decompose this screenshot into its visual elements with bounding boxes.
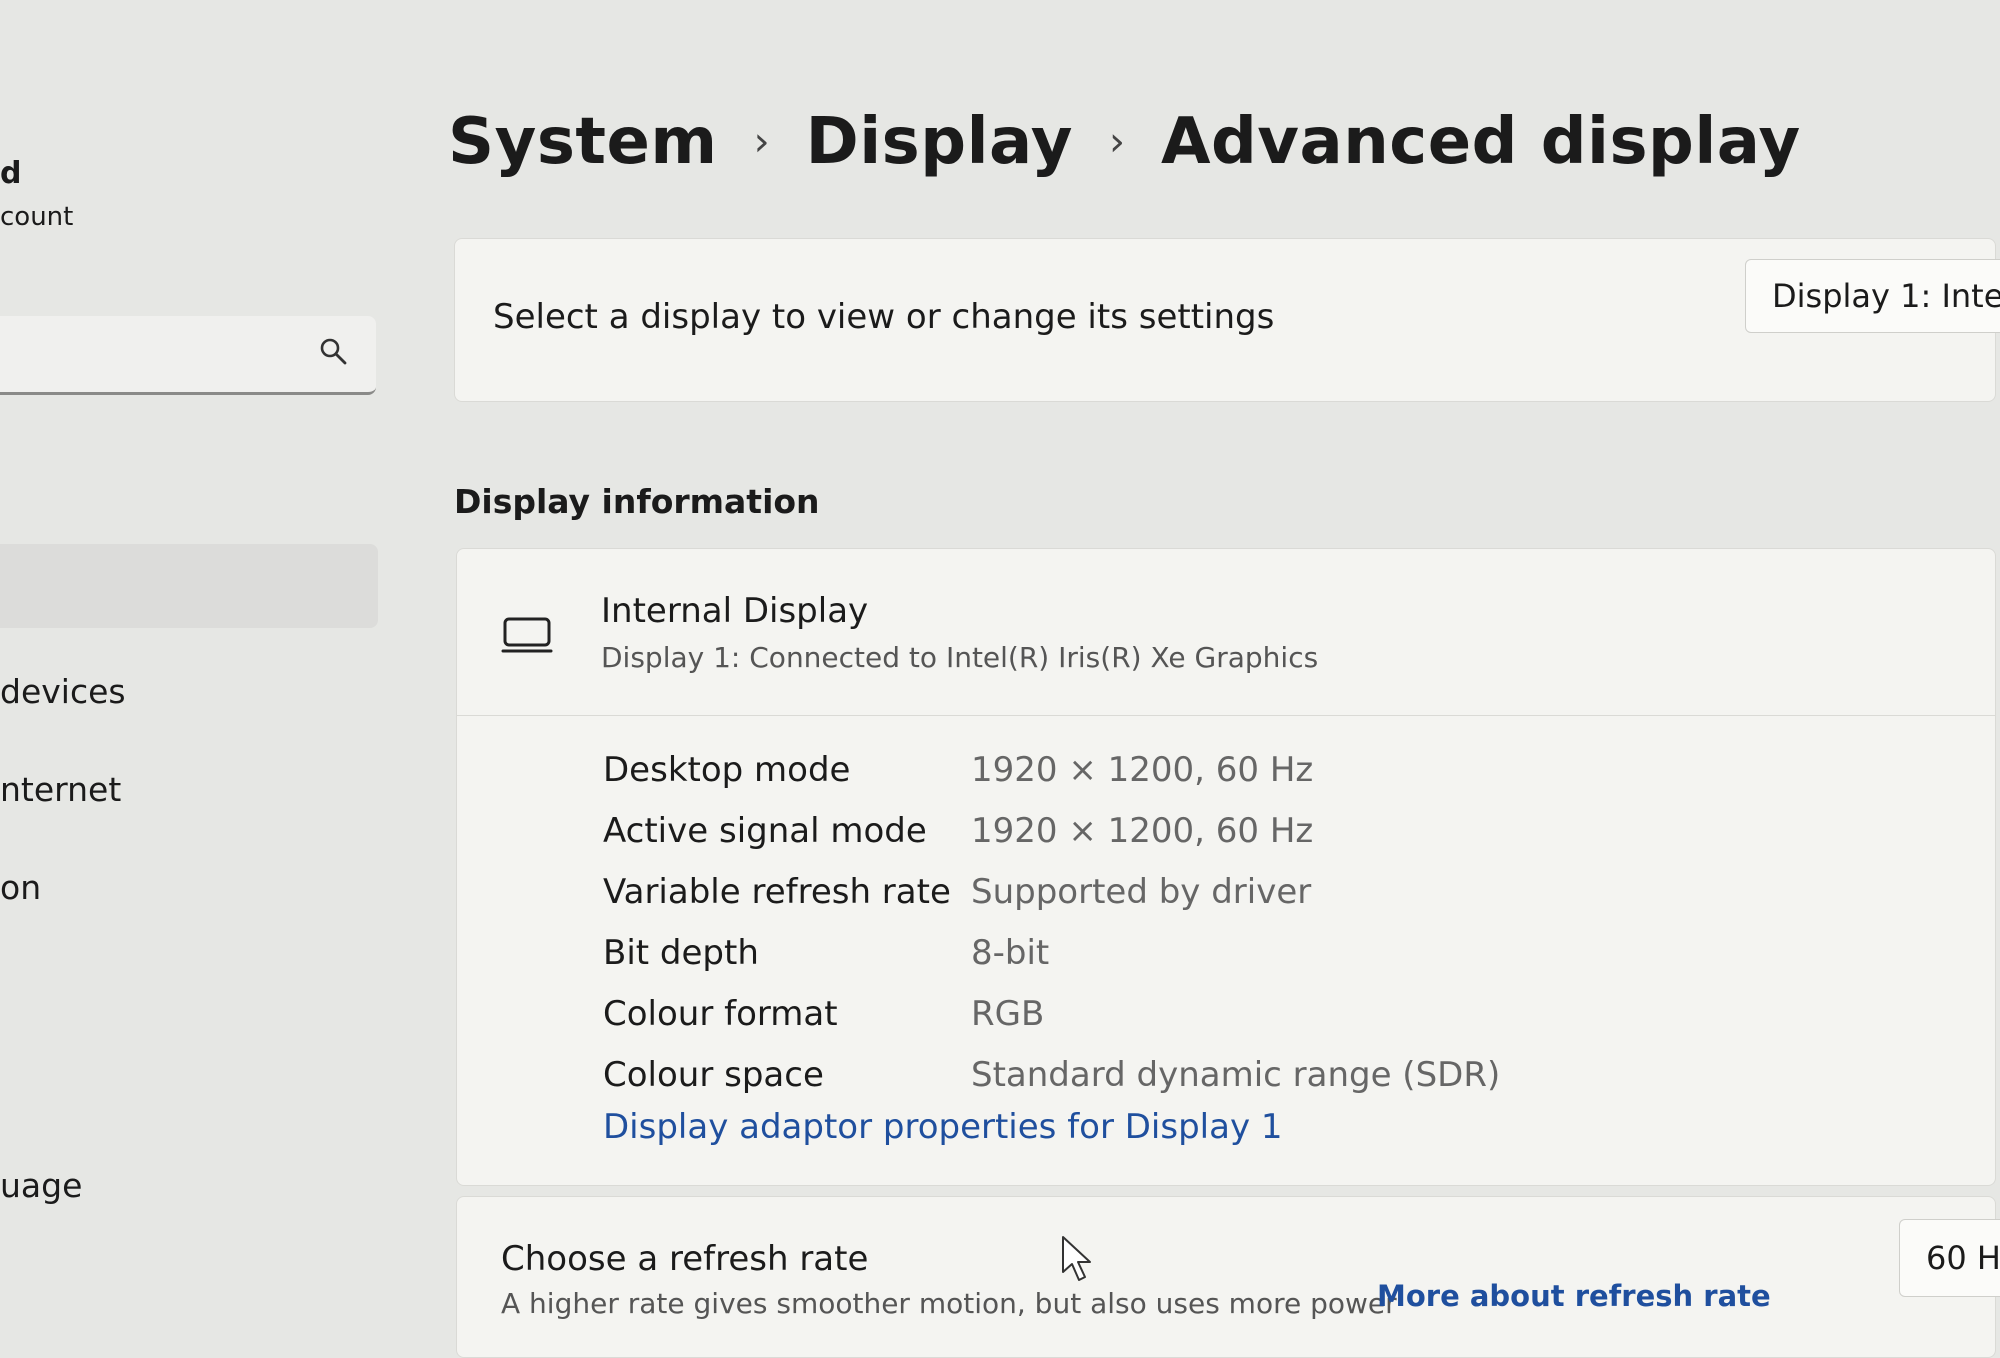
display-select-dropdown[interactable]: Display 1: Intern xyxy=(1745,259,2000,333)
refresh-rate-description: A higher rate gives smoother motion, but… xyxy=(501,1287,1397,1320)
settings-search-box[interactable] xyxy=(0,316,376,395)
display-info-header: Internal Display Display 1: Connected to… xyxy=(457,549,1995,716)
refresh-rate-dropdown[interactable]: 60 H xyxy=(1899,1219,2000,1297)
info-label: Active signal mode xyxy=(603,810,927,851)
display-adaptor-properties-link[interactable]: Display adaptor properties for Display 1 xyxy=(603,1107,1283,1147)
display-connection-desc: Display 1: Connected to Intel(R) Iris(R)… xyxy=(601,641,1319,674)
info-value: Supported by driver xyxy=(971,871,1312,912)
sidebar-item-time-language[interactable]: uage xyxy=(0,1166,82,1205)
refresh-rate-card: Choose a refresh rate A higher rate give… xyxy=(456,1196,2000,1358)
search-icon[interactable] xyxy=(318,336,348,366)
account-subtitle: count xyxy=(0,202,74,232)
section-title-display-information: Display information xyxy=(454,482,820,521)
info-value: 1920 × 1200, 60 Hz xyxy=(971,810,1314,851)
info-row-active-signal-mode: Active signal mode 1920 × 1200, 60 Hz xyxy=(603,800,1500,861)
select-display-card: Select a display to view or change its s… xyxy=(454,238,2000,402)
display-info-rows: Desktop mode 1920 × 1200, 60 Hz Active s… xyxy=(603,739,1500,1105)
info-row-colour-space: Colour space Standard dynamic range (SDR… xyxy=(603,1044,1500,1105)
sidebar-item-network-internet[interactable]: nternet xyxy=(0,770,121,809)
select-display-label: Select a display to view or change its s… xyxy=(493,297,1275,337)
info-row-desktop-mode: Desktop mode 1920 × 1200, 60 Hz xyxy=(603,739,1500,800)
more-about-refresh-rate-link[interactable]: More about refresh rate xyxy=(1377,1279,1771,1313)
chevron-right-icon: › xyxy=(753,119,770,165)
refresh-rate-title: Choose a refresh rate xyxy=(501,1239,869,1279)
info-row-colour-format: Colour format RGB xyxy=(603,983,1500,1044)
info-label: Colour space xyxy=(603,1054,824,1095)
info-row-variable-refresh-rate: Variable refresh rate Supported by drive… xyxy=(603,861,1500,922)
display-name: Internal Display xyxy=(601,591,869,631)
info-row-bit-depth: Bit depth 8-bit xyxy=(603,922,1500,983)
info-label: Colour format xyxy=(603,993,838,1034)
sidebar-item-personalisation[interactable]: on xyxy=(0,868,41,907)
display-information-card: Internal Display Display 1: Connected to… xyxy=(456,548,1996,1186)
breadcrumb-display[interactable]: Display xyxy=(806,105,1073,179)
info-value: 8-bit xyxy=(971,932,1050,973)
info-label: Variable refresh rate xyxy=(603,871,951,912)
sidebar-item-selected[interactable] xyxy=(0,544,378,628)
chevron-right-icon: › xyxy=(1108,119,1125,165)
info-value: Standard dynamic range (SDR) xyxy=(971,1054,1501,1095)
breadcrumb: System › Display › Advanced display xyxy=(448,92,1801,192)
info-label: Desktop mode xyxy=(603,749,851,790)
breadcrumb-system[interactable]: System xyxy=(448,105,718,179)
page-title: Advanced display xyxy=(1160,105,1801,179)
sidebar-item-devices[interactable]: devices xyxy=(0,672,126,711)
sidebar: d count devices nternet on uage xyxy=(0,0,420,1331)
mouse-cursor-icon xyxy=(1062,1236,1091,1281)
info-label: Bit depth xyxy=(603,932,759,973)
account-name: d xyxy=(0,156,22,191)
info-value: 1920 × 1200, 60 Hz xyxy=(971,749,1314,790)
info-value: RGB xyxy=(971,993,1045,1034)
monitor-icon xyxy=(501,617,553,653)
